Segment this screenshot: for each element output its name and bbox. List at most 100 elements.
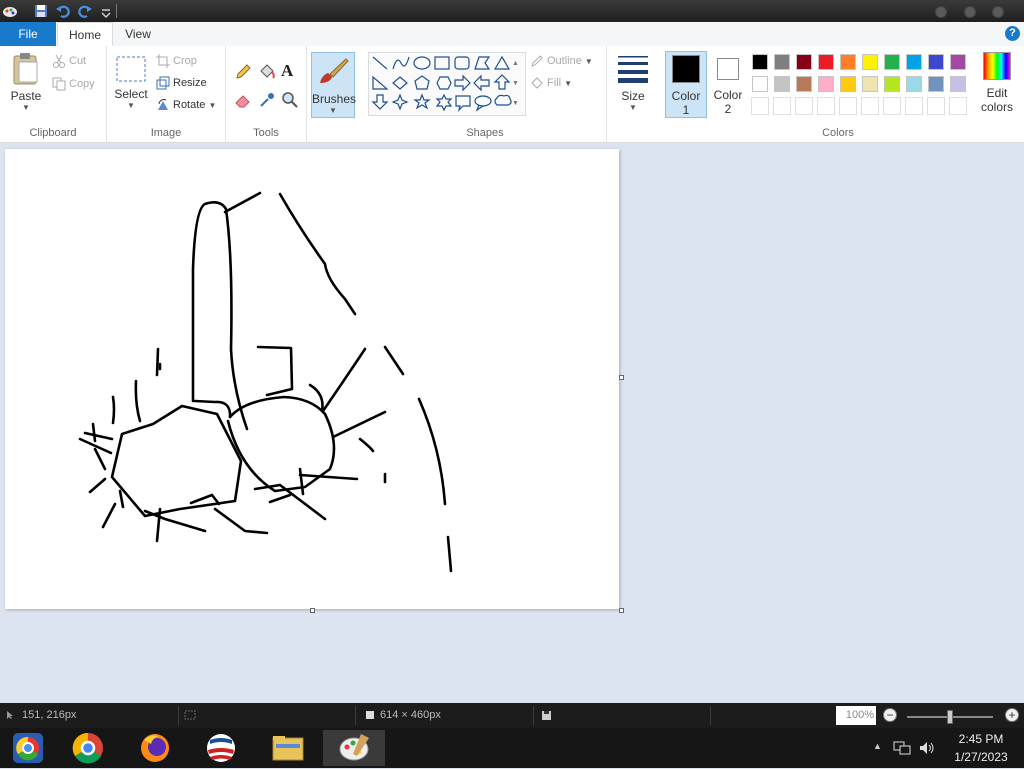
palette-swatch[interactable]	[796, 54, 812, 70]
palette-swatch[interactable]	[752, 54, 768, 70]
zoom-slider-thumb[interactable]	[947, 710, 953, 724]
outline-button[interactable]: Outline ▼	[530, 54, 593, 68]
color-picker-icon[interactable]	[258, 91, 276, 109]
custom-color-slot[interactable]	[817, 97, 835, 115]
taskbar-firefox[interactable]	[124, 730, 186, 766]
save-icon[interactable]	[33, 3, 49, 19]
pencil-icon[interactable]	[234, 63, 252, 81]
custom-color-slot[interactable]	[839, 97, 857, 115]
down-arrow-shape-icon[interactable]	[371, 94, 389, 110]
palette-swatch[interactable]	[774, 54, 790, 70]
palette-swatch[interactable]	[840, 76, 856, 92]
oval-shape-icon[interactable]	[413, 56, 431, 70]
select-button[interactable]: Select ▼	[111, 54, 151, 110]
line-shape-icon[interactable]	[372, 56, 388, 70]
rectangle-shape-icon[interactable]	[434, 56, 450, 70]
custom-color-slot[interactable]	[927, 97, 945, 115]
fill-bucket-icon[interactable]	[258, 63, 276, 81]
left-arrow-shape-icon[interactable]	[473, 74, 490, 92]
palette-swatch[interactable]	[796, 76, 812, 92]
taskbar-paint[interactable]	[323, 730, 385, 766]
cut-button[interactable]: Cut	[52, 54, 86, 68]
custom-color-slot[interactable]	[905, 97, 923, 115]
size-button[interactable]: Size ▼	[613, 52, 653, 112]
taskbar-file-explorer[interactable]	[257, 730, 319, 766]
tray-expand-icon[interactable]: ▲	[873, 741, 882, 751]
paint-app-icon	[3, 7, 17, 17]
magnifier-icon[interactable]	[281, 91, 299, 109]
custom-color-slot[interactable]	[773, 97, 791, 115]
palette-swatch[interactable]	[906, 54, 922, 70]
palette-swatch[interactable]	[752, 76, 768, 92]
polygon-shape-icon[interactable]	[474, 56, 491, 70]
drawing-canvas[interactable]	[5, 149, 624, 613]
customize-toolbar-chevron-icon[interactable]	[98, 3, 114, 19]
triangle-shape-icon[interactable]	[493, 55, 511, 70]
paste-button[interactable]: Paste ▼	[6, 52, 46, 112]
rectangular-callout-shape-icon[interactable]	[455, 95, 471, 112]
oval-callout-shape-icon[interactable]	[474, 95, 492, 112]
palette-swatch[interactable]	[906, 76, 922, 92]
copy-button[interactable]: Copy	[52, 77, 95, 91]
crop-button[interactable]: Crop	[156, 54, 197, 68]
tab-home[interactable]: Home	[57, 22, 113, 47]
taskbar-campaign-app[interactable]	[190, 730, 252, 766]
palette-swatch[interactable]	[862, 54, 878, 70]
five-point-star-shape-icon[interactable]	[413, 93, 431, 110]
tab-view[interactable]: View	[112, 22, 164, 46]
palette-swatch[interactable]	[818, 54, 834, 70]
palette-swatch[interactable]	[862, 76, 878, 92]
resize-handle-bottom[interactable]	[310, 608, 315, 613]
taskbar-chrome[interactable]	[57, 730, 119, 766]
color2-button[interactable]: Color 2	[709, 51, 747, 118]
zoom-in-button[interactable]: +	[1005, 708, 1019, 722]
minimize-button[interactable]	[935, 6, 947, 18]
fill-button[interactable]: Fill ▼	[530, 76, 572, 90]
taskbar-chrome-beta[interactable]	[0, 730, 62, 766]
palette-swatch[interactable]	[950, 54, 966, 70]
tab-file[interactable]: File	[0, 22, 56, 46]
custom-color-slot[interactable]	[949, 97, 967, 115]
network-icon[interactable]	[893, 740, 911, 756]
four-point-star-shape-icon[interactable]	[391, 93, 409, 111]
pentagon-shape-icon[interactable]	[414, 75, 430, 90]
palette-swatch[interactable]	[840, 54, 856, 70]
shapes-scroll-buttons[interactable]: ▲ ▼ ▼	[512, 54, 519, 114]
resize-handle-corner[interactable]	[619, 608, 624, 613]
palette-swatch[interactable]	[928, 76, 944, 92]
maximize-button[interactable]	[964, 6, 976, 18]
palette-swatch[interactable]	[950, 76, 966, 92]
help-icon[interactable]: ?	[1005, 26, 1020, 41]
eraser-icon[interactable]	[234, 91, 252, 109]
color1-button[interactable]: Color 1	[665, 51, 707, 118]
custom-color-slot[interactable]	[751, 97, 769, 115]
palette-swatch[interactable]	[884, 54, 900, 70]
palette-swatch[interactable]	[884, 76, 900, 92]
resize-handle-right[interactable]	[619, 375, 624, 380]
custom-color-slot[interactable]	[795, 97, 813, 115]
redo-icon[interactable]	[77, 3, 93, 19]
custom-color-slot[interactable]	[883, 97, 901, 115]
hexagon-shape-icon[interactable]	[436, 76, 452, 90]
palette-swatch[interactable]	[928, 54, 944, 70]
cloud-callout-shape-icon[interactable]	[494, 94, 512, 106]
edit-colors-button[interactable]: Edit colors	[974, 52, 1020, 114]
up-arrow-shape-icon[interactable]	[493, 74, 511, 90]
curve-shape-icon[interactable]	[392, 56, 410, 70]
brushes-button[interactable]: Brushes ▼	[311, 52, 356, 118]
palette-swatch[interactable]	[774, 76, 790, 92]
six-point-star-shape-icon[interactable]	[435, 93, 453, 112]
resize-button[interactable]: Resize	[156, 76, 207, 90]
right-arrow-shape-icon[interactable]	[454, 74, 471, 92]
close-button[interactable]	[992, 6, 1004, 18]
rotate-button[interactable]: Rotate ▼	[156, 98, 216, 112]
diamond-shape-icon[interactable]	[392, 76, 408, 90]
right-triangle-shape-icon[interactable]	[372, 75, 389, 90]
rounded-rectangle-shape-icon[interactable]	[454, 56, 470, 70]
text-tool-icon[interactable]: A	[281, 61, 293, 81]
custom-color-slot[interactable]	[861, 97, 879, 115]
zoom-out-button[interactable]: −	[883, 708, 897, 722]
volume-icon[interactable]	[918, 740, 936, 756]
palette-swatch[interactable]	[818, 76, 834, 92]
undo-icon[interactable]	[55, 3, 71, 19]
